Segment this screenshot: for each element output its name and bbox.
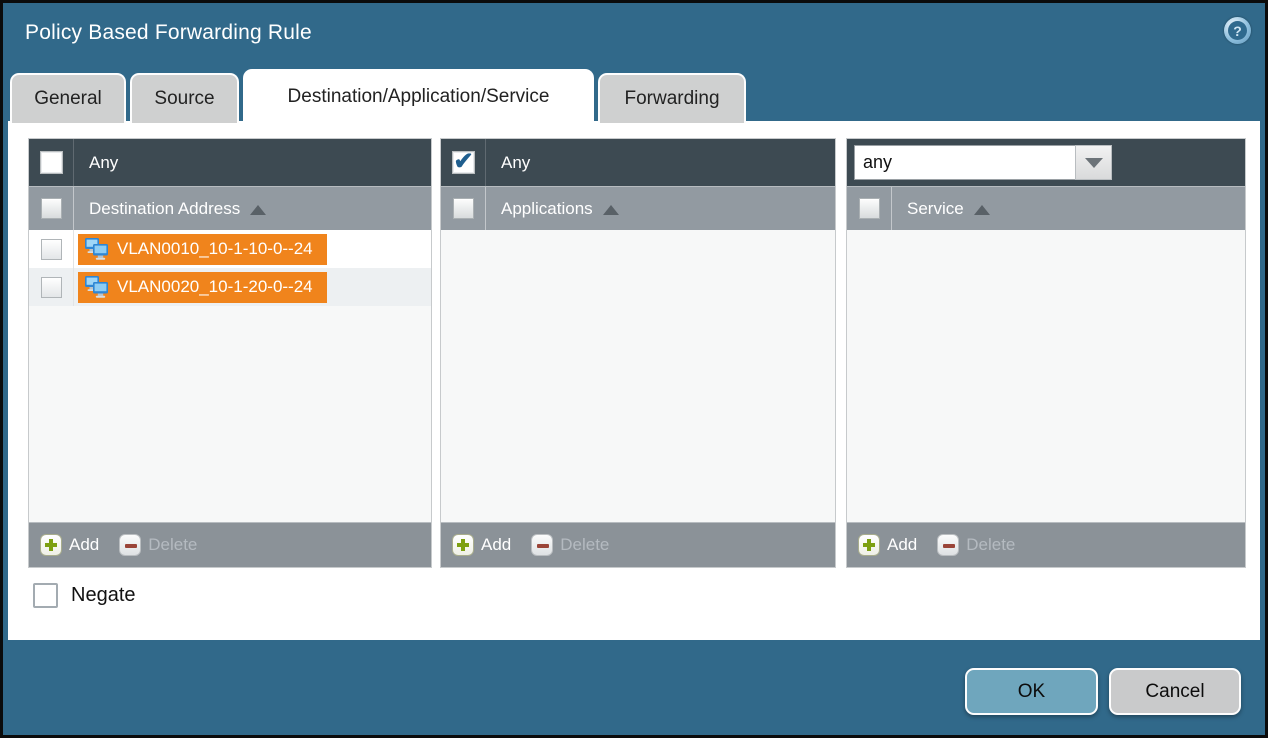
row-checkbox[interactable]	[41, 277, 62, 298]
add-button[interactable]: Add	[858, 534, 917, 556]
service-panel: any Service Add	[846, 138, 1246, 568]
plus-icon	[40, 534, 62, 556]
row-checkbox[interactable]	[41, 239, 62, 260]
applications-any-checkbox[interactable]: ✔	[452, 151, 475, 174]
service-select-all-checkbox[interactable]	[859, 198, 880, 219]
checkmark-icon: ✔	[454, 147, 474, 176]
service-toolbar: Add Delete	[847, 522, 1245, 567]
network-address-icon	[84, 275, 110, 299]
help-icon[interactable]: ?	[1224, 17, 1251, 44]
tab-forwarding[interactable]: Forwarding	[598, 73, 746, 123]
address-chip[interactable]: VLAN0020_10-1-20-0--24	[78, 272, 327, 303]
sort-ascending-icon	[974, 205, 990, 215]
tab-content: Any Destination Address	[8, 121, 1260, 640]
minus-icon	[119, 534, 141, 556]
service-list	[847, 230, 1245, 522]
service-dropdown-bar: any	[847, 139, 1245, 186]
service-column-header[interactable]: Service	[847, 186, 1245, 230]
plus-icon	[858, 534, 880, 556]
destination-column-header[interactable]: Destination Address	[29, 186, 431, 230]
network-address-icon	[84, 237, 110, 261]
applications-any-bar: ✔ Any	[441, 139, 835, 186]
address-label: VLAN0010_10-1-10-0--24	[117, 239, 313, 259]
destination-header-label: Destination Address	[89, 199, 240, 219]
tab-destination-application-service[interactable]: Destination/Application/Service	[243, 69, 594, 123]
delete-button[interactable]: Delete	[531, 534, 609, 556]
minus-icon	[937, 534, 959, 556]
service-dropdown[interactable]: any	[854, 145, 1112, 180]
add-button[interactable]: Add	[452, 534, 511, 556]
tab-strip: General Source Destination/Application/S…	[10, 69, 746, 123]
applications-toolbar: Add Delete	[441, 522, 835, 567]
destination-list: VLAN0010_10-1-10-0--24	[29, 230, 431, 522]
tab-general[interactable]: General	[10, 73, 126, 123]
dropdown-button[interactable]	[1075, 145, 1112, 180]
destination-address-panel: Any Destination Address	[28, 138, 432, 568]
ok-button[interactable]: OK	[965, 668, 1098, 715]
destination-any-checkbox[interactable]	[40, 151, 63, 174]
applications-panel: ✔ Any Applications Add	[440, 138, 836, 568]
destination-any-bar: Any	[29, 139, 431, 186]
chevron-down-icon	[1085, 158, 1103, 168]
plus-icon	[452, 534, 474, 556]
negate-checkbox[interactable]	[33, 583, 58, 608]
applications-select-all-checkbox[interactable]	[453, 198, 474, 219]
delete-button[interactable]: Delete	[119, 534, 197, 556]
applications-list	[441, 230, 835, 522]
destination-any-label: Any	[89, 153, 118, 173]
address-label: VLAN0020_10-1-20-0--24	[117, 277, 313, 297]
service-header-label: Service	[907, 199, 964, 219]
service-dropdown-value[interactable]: any	[854, 145, 1075, 180]
table-row[interactable]: VLAN0020_10-1-20-0--24	[29, 268, 431, 306]
minus-icon	[531, 534, 553, 556]
negate-label: Negate	[71, 584, 136, 607]
dialog-title: Policy Based Forwarding Rule	[25, 21, 312, 45]
destination-select-all-checkbox[interactable]	[41, 198, 62, 219]
destination-toolbar: Add Delete	[29, 522, 431, 567]
sort-ascending-icon	[250, 205, 266, 215]
tab-source[interactable]: Source	[130, 73, 239, 123]
applications-header-label: Applications	[501, 199, 593, 219]
policy-based-forwarding-dialog: Policy Based Forwarding Rule ? General S…	[0, 0, 1268, 738]
delete-button[interactable]: Delete	[937, 534, 1015, 556]
negate-option[interactable]: Negate	[33, 583, 136, 608]
sort-ascending-icon	[603, 205, 619, 215]
cancel-button[interactable]: Cancel	[1109, 668, 1241, 715]
applications-column-header[interactable]: Applications	[441, 186, 835, 230]
add-button[interactable]: Add	[40, 534, 99, 556]
applications-any-label: Any	[501, 153, 530, 173]
title-bar: Policy Based Forwarding Rule ?	[3, 3, 1265, 67]
table-row[interactable]: VLAN0010_10-1-10-0--24	[29, 230, 431, 268]
address-chip[interactable]: VLAN0010_10-1-10-0--24	[78, 234, 327, 265]
